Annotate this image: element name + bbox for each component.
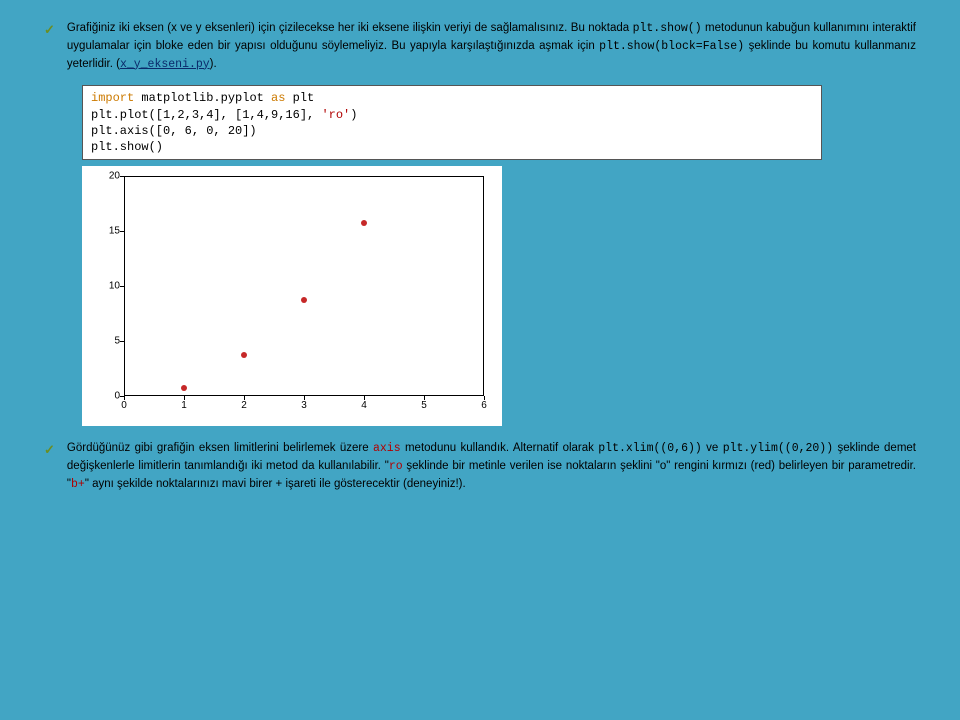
text: ve: [702, 442, 723, 454]
code-inline: plt.show(block=False): [599, 40, 744, 53]
text: Gördüğünüz gibi grafiğin eksen limitleri…: [67, 442, 373, 454]
ytick-label: 0: [96, 391, 120, 402]
xtick-label: 0: [121, 400, 127, 411]
check-icon: ✓: [44, 20, 55, 73]
link-filename[interactable]: x_y_ekseni.py: [120, 58, 210, 71]
text: metodunu kullandık. Alternatif olarak: [401, 442, 599, 454]
paragraph-2: Gördüğünüz gibi grafiğin eksen limitleri…: [67, 440, 916, 493]
text: ).: [210, 58, 217, 70]
text: " aynı şekilde noktalarınızı mavi birer …: [85, 478, 466, 490]
code-block: import matplotlib.pyplot as plt plt.plot…: [82, 85, 822, 160]
xtick-label: 6: [481, 400, 487, 411]
code-inline: ro: [389, 460, 403, 473]
code-inline: plt.show(): [633, 22, 702, 35]
paragraph-1: Grafiğiniz iki eksen (x ve y eksenleri) …: [67, 20, 916, 73]
data-point: [181, 385, 187, 391]
data-point: [301, 297, 307, 303]
data-point: [241, 352, 247, 358]
scatter-chart: 0 5 10 15 20 0 1 2 3 4 5 6: [82, 166, 502, 426]
ytick-label: 5: [96, 336, 120, 347]
xtick-label: 2: [241, 400, 247, 411]
xtick-label: 4: [361, 400, 367, 411]
code-inline: plt.xlim((0,6)): [598, 442, 702, 455]
code-inline: plt.ylim((0,20)): [723, 442, 833, 455]
ytick-label: 20: [96, 171, 120, 182]
code-line-1: import matplotlib.pyplot as plt: [91, 90, 813, 106]
code-line-3: plt.axis([0, 6, 0, 20]): [91, 123, 813, 139]
check-icon: ✓: [44, 440, 55, 493]
text: Grafiğiniz iki eksen (x ve y eksenleri) …: [67, 22, 633, 34]
code-line-4: plt.show(): [91, 139, 813, 155]
bullet-block-2: ✓ Gördüğünüz gibi grafiğin eksen limitle…: [44, 440, 916, 493]
plot-area: [124, 176, 484, 396]
data-point: [361, 220, 367, 226]
ytick-label: 15: [96, 226, 120, 237]
xtick-label: 3: [301, 400, 307, 411]
ytick-label: 10: [96, 281, 120, 292]
code-line-2: plt.plot([1,2,3,4], [1,4,9,16], 'ro'): [91, 107, 813, 123]
code-inline: b+: [71, 478, 85, 491]
bullet-block-1: ✓ Grafiğiniz iki eksen (x ve y eksenleri…: [44, 20, 916, 73]
code-inline: axis: [373, 442, 401, 455]
xtick-label: 5: [421, 400, 427, 411]
xtick-label: 1: [181, 400, 187, 411]
chart-container: 0 5 10 15 20 0 1 2 3 4 5 6: [82, 166, 502, 426]
